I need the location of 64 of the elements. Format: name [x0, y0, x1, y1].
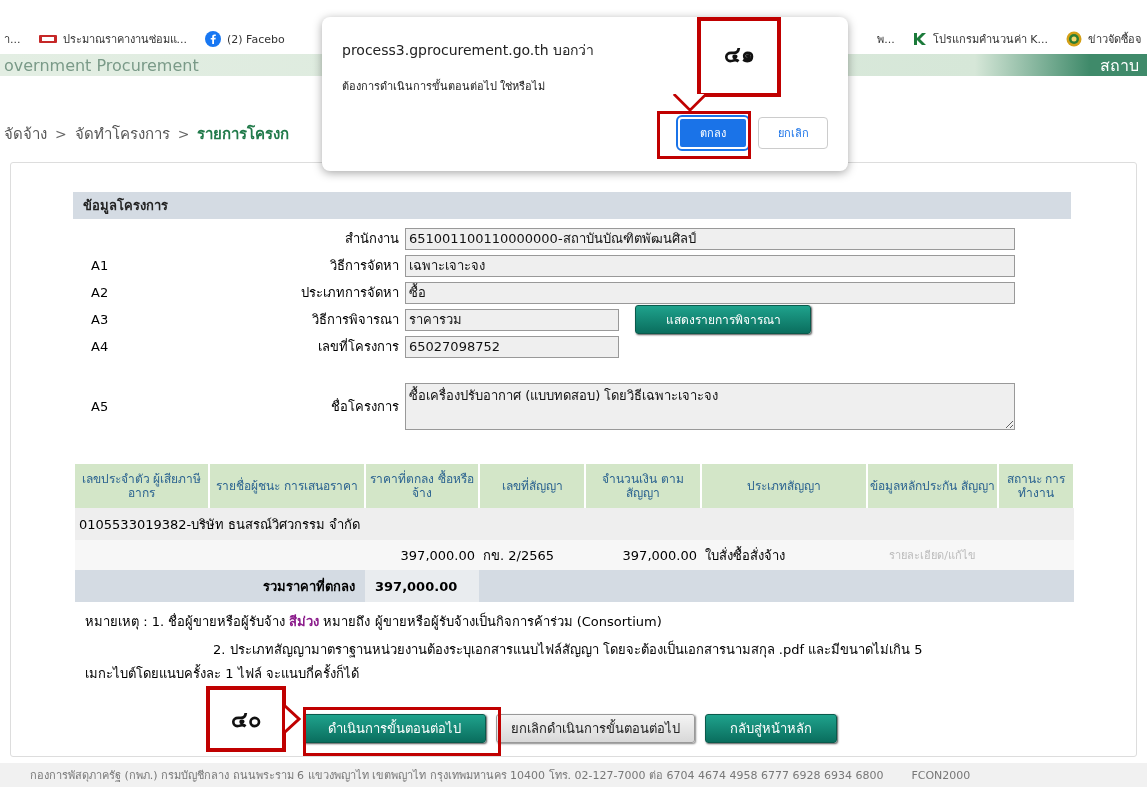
table-cell: 397,000.00: [585, 540, 701, 570]
action-button[interactable]: กลับสู่หน้าหลัก: [705, 714, 837, 743]
logo-icon: [38, 33, 57, 45]
input-field[interactable]: ซื้อ: [405, 281, 1015, 304]
column-header: จำนวนเงิน ตามสัญญา: [585, 464, 701, 508]
field-label: เลขที่โครงการ: [317, 337, 400, 356]
k-letter-icon: [912, 32, 927, 46]
cancel-button[interactable]: ยกเลิก: [758, 117, 828, 149]
breadcrumb-link[interactable]: จัดจ้าง: [4, 122, 47, 146]
table-cell: รวมราคาที่ตกลง: [75, 570, 365, 602]
input-field[interactable]: ราคารวม: [405, 308, 619, 331]
table-cell: กข. 2/2565: [479, 540, 585, 570]
breadcrumb-link[interactable]: จัดทำโครงการ: [74, 122, 170, 146]
breadcrumb-separator: >: [55, 126, 67, 142]
field-code: A3: [91, 312, 109, 327]
bookmark-link[interactable]: ประมาณราคางานซ่อมแ...: [38, 30, 187, 48]
note-text: หมายเหตุ : 1. ชื่อผู้ขายหรือผู้รับจ้าง สีม่วง หมายถึง ผู้ขายหรือผู้รับจ้างเป็นกิจการค้าร่วม (Consortium): [85, 611, 663, 632]
bookmark-link[interactable]: ข่าวจัดซื้อจ: [1066, 30, 1141, 48]
input-field[interactable]: เฉพาะเจาะจง: [405, 254, 1015, 277]
bookmark-link[interactable]: (2) Facebo: [205, 31, 285, 47]
site-title: overnment Procurement: [4, 55, 199, 75]
bookmark-link[interactable]: พ...: [877, 30, 895, 48]
header-text: สถาบ: [1100, 54, 1139, 76]
breadcrumb-separator: >: [177, 126, 190, 142]
callout-number: ๔๑: [723, 41, 755, 69]
action-button[interactable]: ยกเลิกดำเนินการขั้นตอนต่อไป: [496, 714, 695, 743]
facebook-icon: [205, 31, 221, 47]
column-header: ราคาที่ตกลง ซื้อหรือจ้าง: [365, 464, 479, 508]
field-label: ประเภทการจัดหา: [300, 284, 400, 302]
action-button[interactable]: ดำเนินการขั้นตอนต่อไป: [303, 714, 486, 743]
field-code: A1: [91, 258, 109, 273]
table-cell: ใบสั่งซื้อสั่งจ้าง: [701, 540, 867, 570]
footer-code: FCON2000: [911, 768, 971, 782]
field-label: วิธีการจัดหา: [329, 257, 400, 275]
column-header: สถานะ การทำงาน: [998, 464, 1074, 508]
table-cell: 397,000.00: [365, 540, 479, 570]
table-cell: 0105533019382-บริษัท ธนสรณ์วิศวกรรม จำกัด: [75, 508, 1074, 540]
dialog-title: process3.gprocurement.go.th บอกว่า: [342, 41, 595, 60]
bookmark-link[interactable]: า...: [4, 30, 21, 48]
input-field[interactable]: 651001100110000000-สถาบันบัณฑิตพัฒนศิลป์: [405, 227, 1015, 250]
column-header: ประเภทสัญญา: [701, 464, 867, 508]
field-label: วิธีการพิจารณา: [311, 311, 400, 329]
field-label: สำนักงาน: [344, 230, 400, 248]
round-seal-icon: [1066, 31, 1082, 47]
column-header: ข้อมูลหลักประกัน สัญญา: [867, 464, 998, 508]
callout-number: ๔๐: [231, 706, 261, 734]
field-code: A4: [91, 339, 109, 354]
dialog-message: ต้องการดำเนินการขั้นตอนต่อไป ใช่หรือไม่: [342, 78, 546, 95]
section-header: ข้อมูลโครงการ: [73, 192, 1071, 219]
field-label: ชื่อโครงการ: [330, 397, 400, 416]
footer-address: กองการพัสดุภาครัฐ (กพภ.) กรมบัญชีกลาง ถนนพระราม 6 แขวงพญาไท เขตพญาไท กรุงเทพมหานคร 10400 โทร. 02-127-7000 ต่อ 6704 4674 4958 6777 6928 6934 6800: [30, 768, 884, 784]
field-code: A5: [91, 398, 109, 414]
input-field[interactable]: 65027098752: [405, 335, 619, 358]
show-criteria-button[interactable]: แสดงรายการพิจารณา: [635, 305, 811, 334]
column-header: รายชื่อผู้ชนะ การเสนอราคา: [209, 464, 365, 508]
details-edit-link: รายละเอียด/แก้ไข: [889, 549, 976, 562]
column-header: เลขประจำตัว ผู้เสียภาษีอากร: [75, 464, 209, 508]
text-area[interactable]: ซื้อเครื่องปรับอากาศ (แบบทดสอบ) โดยวิธีเฉพาะเจาะจง: [405, 382, 1015, 430]
column-header: เลขที่สัญญา: [479, 464, 585, 508]
table-cell: 397,000.00: [365, 570, 479, 602]
note-text: 2. ประเภทสัญญามาตราฐานหน่วยงานต้องระบุเอกสารแนบไฟล์สัญญา โดยจะต้องเป็นเอกสารนามสกุล .pdf และมีขนาดไม่เกิน 5 เมกะไบต์โดยแนบครั้งละ 1 ไฟล์ จะแนบกี่ครั้งก็ได้: [85, 639, 924, 683]
ok-button[interactable]: ตกลง: [678, 117, 748, 149]
bookmark-link[interactable]: โปรแกรมคำนวนค่า K...: [912, 30, 1048, 48]
field-code: A2: [91, 285, 109, 300]
